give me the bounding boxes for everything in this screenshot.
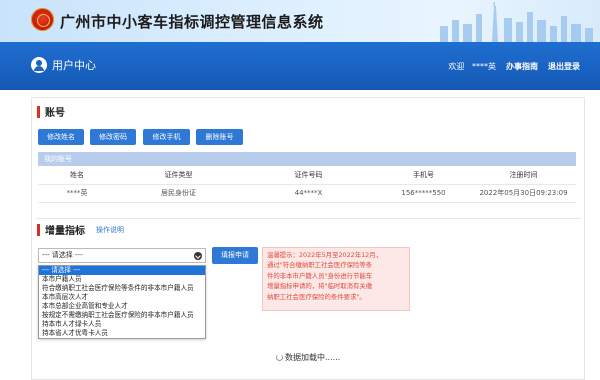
user-center-text: 用户中心	[52, 59, 96, 72]
apply-button[interactable]: 填报申请	[212, 247, 258, 264]
cell-id-number: 44****X	[241, 184, 376, 203]
column-header-name: 姓名	[38, 166, 116, 185]
loading-spinner-icon	[276, 354, 283, 361]
table-row: ****英 居民身份证 44****X 156*****550 2022年05月…	[38, 184, 576, 203]
guangzhou-emblem-icon	[31, 8, 54, 31]
logout-link[interactable]: 退出登录	[548, 61, 580, 72]
notice-line: 纳职工社会医疗保险的条件要求"。	[267, 292, 366, 301]
account-section-title: 账号	[37, 104, 65, 119]
account-table: 我的账号 姓名 证件类型 证件号码 手机号 注册时间 ****英 居民身份证 4…	[38, 152, 576, 203]
applicant-type-dropdown: --- 请选择 --- 本市户籍人员 符合缴纳职工社会医疗保险等条件的非本市户籍…	[38, 265, 206, 339]
dropdown-option[interactable]: 持本省人才优粤卡人员	[39, 329, 205, 338]
table-header-row: 姓名 证件类型 证件号码 手机号 注册时间	[38, 166, 576, 185]
app-header: 广州市中小客车指标调控管理信息系统	[0, 0, 600, 42]
user-center-label: 用户中心	[31, 57, 96, 73]
column-header-phone: 手机号	[376, 166, 471, 185]
column-header-register-time: 注册时间	[471, 166, 576, 185]
increment-section-title: 增量指标	[37, 222, 85, 237]
notice-line: 件的非本市户籍人员"身份进行节能车	[267, 271, 373, 280]
notice-box: 温馨提示：2022年5月至2022年12月， 通过"符合缴纳职工社会医疗保险等条…	[262, 247, 410, 311]
applicant-type-select[interactable]: --- 请选择 ---	[38, 248, 206, 263]
city-skyline-illustration	[440, 2, 593, 42]
edit-name-button[interactable]: 修改姓名	[38, 129, 84, 145]
loading-indicator: 数据加载中......	[276, 352, 340, 363]
cell-phone: 156*****550	[376, 184, 471, 203]
user-avatar-icon	[31, 57, 47, 73]
dropdown-option[interactable]: 按规定不需缴纳职工社会医疗保险的非本市户籍人员	[39, 311, 205, 320]
section-marker	[37, 105, 40, 118]
cell-name: ****英	[38, 184, 116, 203]
dropdown-option[interactable]: 本市总部企业高管和专业人才	[39, 302, 205, 311]
guide-link[interactable]: 办事指南	[506, 61, 538, 72]
welcome-text: 欢迎 ****英	[448, 62, 496, 71]
edit-password-button[interactable]: 修改密码	[90, 129, 136, 145]
table-caption-row: 我的账号	[38, 152, 576, 166]
username: ****英	[472, 62, 496, 71]
app-title: 广州市中小客车指标调控管理信息系统	[60, 13, 324, 31]
table-caption: 我的账号	[38, 152, 576, 166]
nav-user-links: 欢迎 ****英 办事指南 退出登录	[448, 61, 580, 72]
column-header-id-number: 证件号码	[241, 166, 376, 185]
column-header-id-type: 证件类型	[116, 166, 241, 185]
loading-text: 数据加载中......	[285, 353, 341, 362]
dropdown-option[interactable]: --- 请选择 ---	[39, 266, 205, 275]
notice-line: 通过"符合缴纳职工社会医疗保险等条	[267, 261, 373, 270]
dropdown-option[interactable]: 持本市人才绿卡人员	[39, 320, 205, 329]
dropdown-option[interactable]: 本市户籍人员	[39, 275, 205, 284]
section-divider	[36, 218, 581, 219]
instructions-link[interactable]: 操作说明	[96, 225, 124, 235]
notice-line: 增量指标申请的，将"临时取消有关缴	[267, 282, 373, 291]
edit-phone-button[interactable]: 修改手机	[143, 129, 190, 145]
cell-register-time: 2022年05月30日09:23:09	[471, 184, 576, 203]
cell-id-type: 居民身份证	[116, 184, 241, 203]
chevron-down-icon[interactable]	[194, 252, 202, 260]
dropdown-option[interactable]: 本市高层次人才	[39, 293, 205, 302]
delete-account-button[interactable]: 删除账号	[196, 129, 243, 145]
notice-line: 温馨提示：2022年5月至2022年12月，	[267, 251, 383, 259]
section-marker	[37, 223, 40, 236]
dropdown-option[interactable]: 符合缴纳职工社会医疗保险等条件的非本市户籍人员	[39, 284, 205, 293]
